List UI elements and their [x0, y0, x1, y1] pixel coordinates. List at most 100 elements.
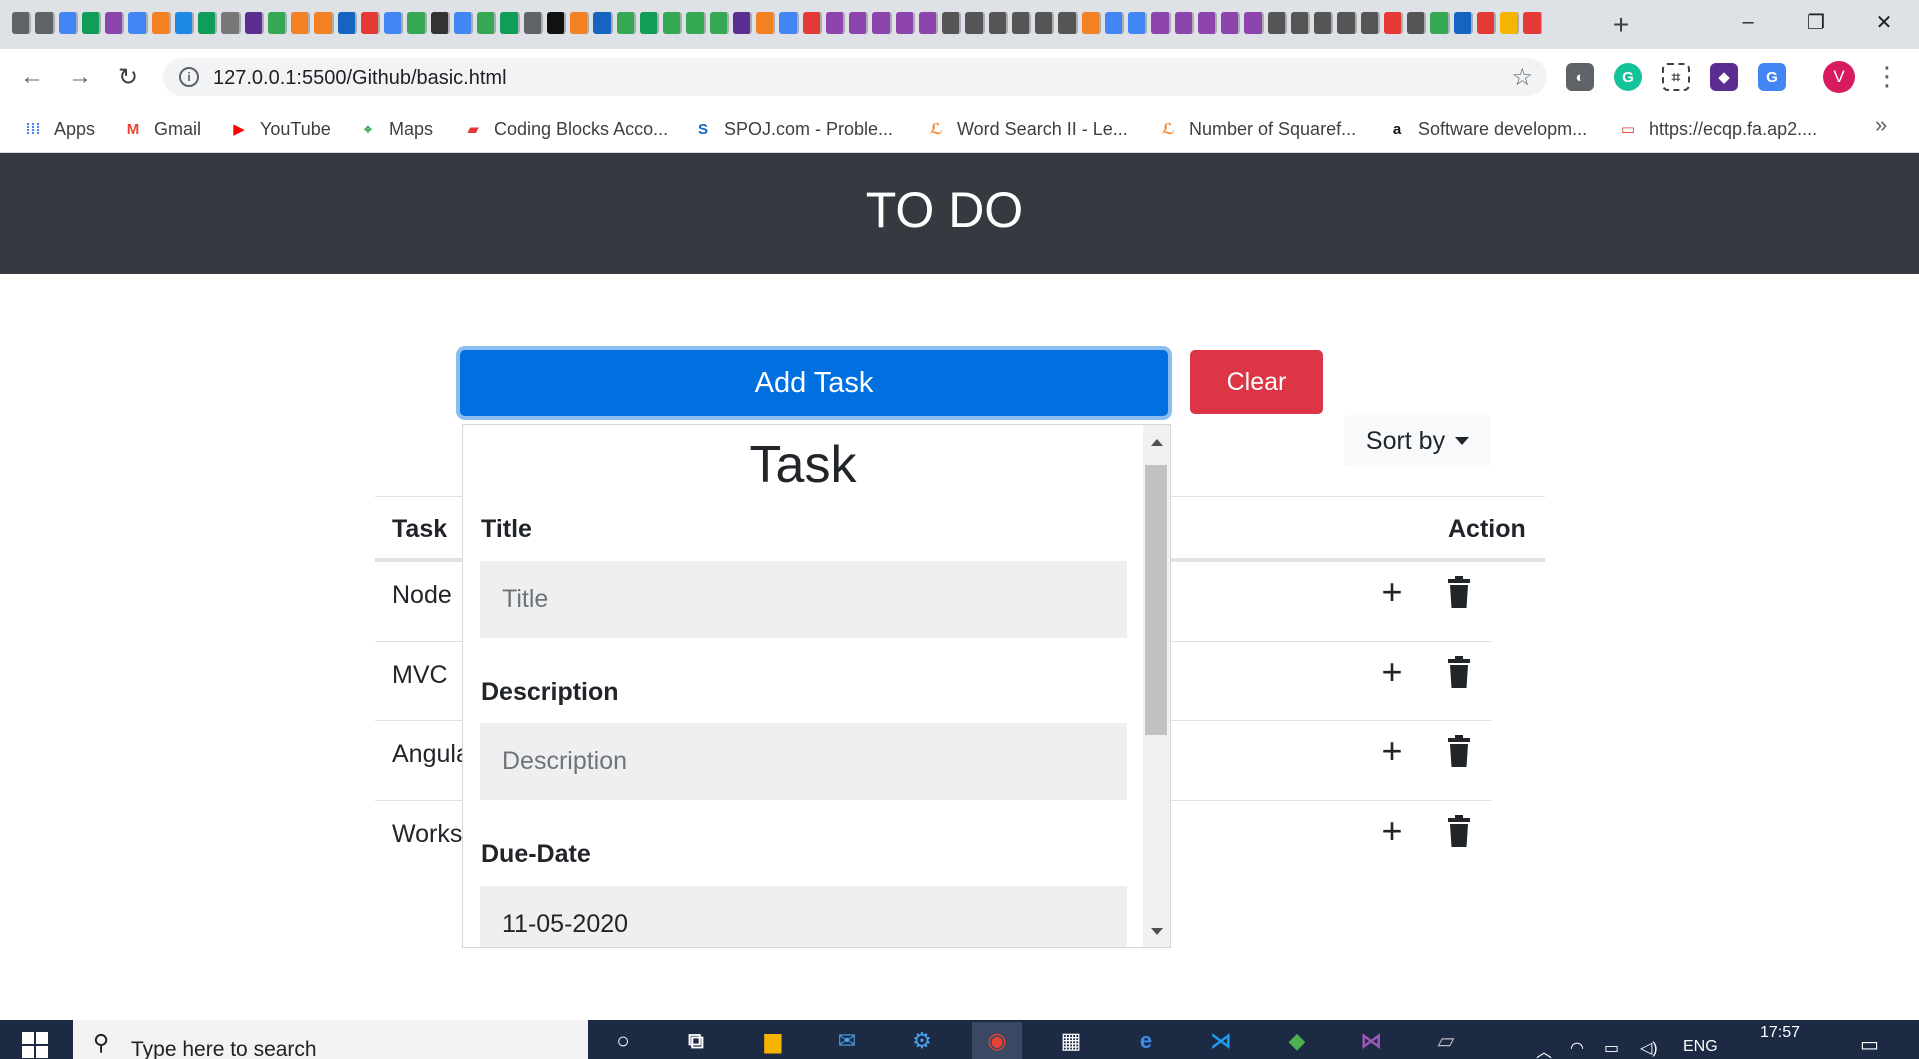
clear-button[interactable]: Clear: [1190, 350, 1323, 414]
tab-favicon-icon[interactable]: [616, 12, 636, 34]
battery-icon[interactable]: ▭: [1604, 1038, 1619, 1058]
profile-avatar[interactable]: V: [1823, 61, 1855, 93]
visual-studio-icon[interactable]: ⋈: [1346, 1022, 1396, 1059]
windows-start-button[interactable]: [22, 1032, 48, 1058]
tab-favicon-icon[interactable]: [546, 12, 566, 34]
tab-favicon-icon[interactable]: [1151, 12, 1171, 34]
reload-button[interactable]: ↻: [112, 61, 144, 93]
edge-icon[interactable]: e: [1121, 1022, 1171, 1059]
tab-favicon-icon[interactable]: [198, 12, 218, 34]
popup-scrollbar[interactable]: [1143, 425, 1170, 947]
bookmarks-more-icon[interactable]: »: [1875, 112, 1887, 138]
tab-favicon-icon[interactable]: [918, 12, 938, 34]
bookmark-gmail[interactable]: M Gmail: [122, 115, 201, 143]
minimize-button[interactable]: –: [1714, 0, 1782, 44]
tab-favicon-icon[interactable]: [1407, 12, 1427, 34]
tab-favicon-icon[interactable]: [570, 12, 590, 34]
grammarly-extension-icon[interactable]: G: [1614, 63, 1642, 91]
tab-favicon-icon[interactable]: [1128, 12, 1148, 34]
scroll-up-arrow-icon[interactable]: [1151, 439, 1163, 446]
tab-favicon-icon[interactable]: [895, 12, 915, 34]
tab-favicon-icon[interactable]: [1383, 12, 1403, 34]
bookmark-apps[interactable]: ⁞⁞⁞ Apps: [22, 115, 96, 143]
notepad-icon[interactable]: ▱: [1421, 1022, 1471, 1059]
tab-favicon-icon[interactable]: [1290, 12, 1310, 34]
tab-favicon-icon[interactable]: [1081, 12, 1101, 34]
tab-favicon-icon[interactable]: [942, 12, 962, 34]
tab-favicon-icon[interactable]: [337, 12, 357, 34]
bookmark-star-icon[interactable]: ☆: [1511, 63, 1533, 92]
tab-favicon-icon[interactable]: [151, 12, 171, 34]
add-subtask-icon[interactable]: +: [1375, 653, 1409, 690]
git-tool-icon[interactable]: ◆: [1272, 1022, 1322, 1059]
back-button[interactable]: ←: [16, 61, 48, 93]
close-window-button[interactable]: ✕: [1850, 0, 1918, 44]
bookmark-youtube[interactable]: ▶ YouTube: [228, 115, 331, 143]
tab-favicon-icon[interactable]: [360, 12, 380, 34]
task-view-icon[interactable]: ⧉: [671, 1022, 721, 1059]
delete-icon[interactable]: [1448, 814, 1470, 847]
taskbar-clock[interactable]: 17:57: [1760, 1024, 1800, 1042]
show-hidden-icons-icon[interactable]: ︿: [1536, 1038, 1552, 1059]
purple-extension-icon[interactable]: ◆: [1710, 63, 1738, 91]
tab-favicon-icon[interactable]: [1453, 12, 1473, 34]
tab-favicon-icon[interactable]: [639, 12, 659, 34]
scroll-down-arrow-icon[interactable]: [1151, 928, 1163, 935]
tab-favicon-icon[interactable]: [384, 12, 404, 34]
tab-favicon-icon[interactable]: [128, 12, 148, 34]
tab-favicon-icon[interactable]: [244, 12, 264, 34]
tab-favicon-icon[interactable]: [1174, 12, 1194, 34]
delete-icon[interactable]: [1448, 576, 1470, 608]
tab-favicon-icon[interactable]: [756, 12, 776, 34]
tab-favicon-icon[interactable]: [105, 12, 125, 34]
tab-favicon-icon[interactable]: [1500, 12, 1520, 34]
vscode-icon[interactable]: ⋊: [1196, 1022, 1246, 1059]
tab-favicon-icon[interactable]: [1244, 12, 1264, 34]
tab-favicon-icon[interactable]: [407, 12, 427, 34]
tab-favicon-icon[interactable]: [686, 12, 706, 34]
add-subtask-icon[interactable]: +: [1375, 574, 1409, 610]
add-task-button[interactable]: Add Task: [460, 350, 1168, 416]
tab-favicon-icon[interactable]: [825, 12, 845, 34]
tab-favicon-icon[interactable]: [81, 12, 101, 34]
tab-favicon-icon[interactable]: [477, 12, 497, 34]
tab-favicon-icon[interactable]: [430, 12, 450, 34]
tab-favicon-icon[interactable]: [174, 12, 194, 34]
app-wrench-icon[interactable]: ⚙: [897, 1022, 947, 1059]
tab-favicon-icon[interactable]: [58, 12, 78, 34]
bookmark-oracle[interactable]: ▭ https://ecqp.fa.ap2....: [1617, 115, 1817, 143]
tab-favicon-icon[interactable]: [523, 12, 543, 34]
tab-favicon-icon[interactable]: [849, 12, 869, 34]
tab-favicon-icon[interactable]: [1337, 12, 1357, 34]
tab-favicon-icon[interactable]: [1314, 12, 1334, 34]
tab-favicon-icon[interactable]: [872, 12, 892, 34]
tab-favicon-icon[interactable]: [779, 12, 799, 34]
title-input[interactable]: [480, 561, 1127, 638]
tab-favicon-icon[interactable]: [1430, 12, 1450, 34]
bookmark-word-search[interactable]: ℒ Word Search II - Le...: [925, 115, 1128, 143]
due-date-input[interactable]: [480, 886, 1127, 947]
tab-favicon-icon[interactable]: [663, 12, 683, 34]
tab-favicon-icon[interactable]: [1058, 12, 1078, 34]
add-subtask-icon[interactable]: +: [1375, 812, 1409, 849]
chrome-menu-icon[interactable]: ⋮: [1874, 61, 1900, 93]
tab-favicon-icon[interactable]: [1267, 12, 1287, 34]
add-subtask-icon[interactable]: +: [1375, 733, 1409, 769]
new-tab-button[interactable]: +: [1606, 9, 1636, 40]
forward-button[interactable]: →: [64, 61, 96, 93]
address-bar[interactable]: i 127.0.0.1:5500/Github/basic.html ☆: [163, 58, 1547, 96]
bookmark-spoj[interactable]: S SPOJ.com - Proble...: [692, 115, 893, 143]
tab-favicon-icon[interactable]: [593, 12, 613, 34]
notifications-icon[interactable]: ▭: [1860, 1032, 1879, 1057]
tab-favicon-icon[interactable]: [988, 12, 1008, 34]
tab-favicon-icon[interactable]: [732, 12, 752, 34]
tab-favicon-icon[interactable]: [1035, 12, 1055, 34]
tab-favicon-icon[interactable]: [965, 12, 985, 34]
tab-favicon-icon[interactable]: [12, 12, 32, 34]
file-explorer-icon[interactable]: ▆: [748, 1022, 798, 1059]
scrollbar-thumb[interactable]: [1145, 465, 1167, 735]
task-form-scroll-area[interactable]: Task Title Description Due-Date: [463, 425, 1143, 947]
tab-favicon-icon[interactable]: [314, 12, 334, 34]
tab-favicon-icon[interactable]: [1221, 12, 1241, 34]
site-info-icon[interactable]: i: [179, 67, 199, 87]
